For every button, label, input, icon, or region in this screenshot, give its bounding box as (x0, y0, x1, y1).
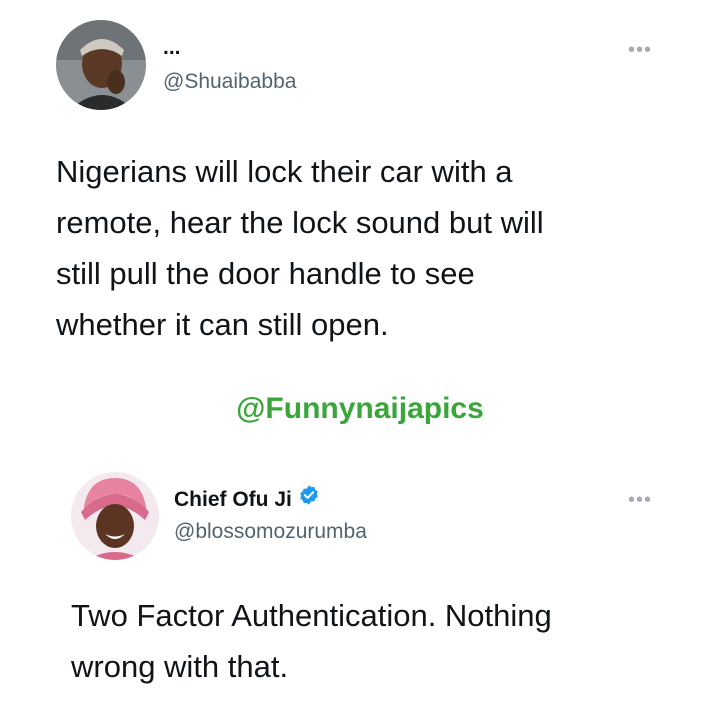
user-photo-icon (56, 20, 146, 110)
user-display-name[interactable]: Chief Ofu Ji (174, 485, 320, 512)
user-handle[interactable]: @Shuaibabba (163, 70, 296, 94)
more-options-icon[interactable]: ••• (628, 490, 652, 510)
tweet-2: Chief Ofu Ji @blossomozurumba ••• Two Fa… (0, 450, 720, 702)
tweet-1: ... @Shuaibabba ••• Nigerians will lock … (0, 0, 720, 380)
verified-badge-icon (298, 484, 320, 512)
avatar[interactable] (71, 472, 159, 560)
user-photo-icon (71, 472, 159, 560)
more-options-icon[interactable]: ••• (628, 40, 652, 60)
display-name-text: Chief Ofu Ji (174, 488, 292, 511)
user-handle[interactable]: @blossomozurumba (174, 520, 367, 544)
avatar[interactable] (56, 20, 146, 110)
user-display-name[interactable]: ... (163, 36, 181, 60)
watermark-text: @Funnynaijapics (236, 392, 484, 425)
tweet-text: Nigerians will lock their car with a rem… (56, 154, 544, 342)
tweet-text: Two Factor Authentication. Nothing wrong… (71, 598, 552, 684)
